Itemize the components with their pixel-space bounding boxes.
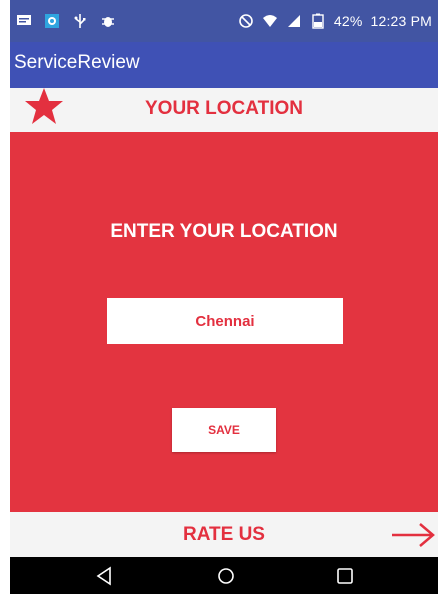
gallery-icon	[45, 14, 59, 28]
usb-icon	[74, 14, 86, 28]
status-bar: 42% 12:23 PM	[10, 0, 438, 42]
app-bar: ServiceReview	[10, 42, 438, 88]
recents-icon[interactable]	[334, 565, 356, 587]
wifi-icon	[262, 15, 277, 27]
clock: 12:23 PM	[370, 13, 432, 29]
app-title: ServiceReview	[14, 52, 140, 73]
bug-icon	[102, 17, 114, 27]
enter-location-label: ENTER YOUR LOCATION	[110, 221, 338, 242]
battery-icon	[312, 13, 324, 29]
arrow-right-icon[interactable]	[390, 520, 436, 550]
home-icon[interactable]	[215, 565, 237, 587]
signal-icon	[287, 15, 300, 27]
status-notifications	[16, 10, 116, 32]
rate-us-bar[interactable]: RATE US	[10, 512, 438, 557]
do-not-disturb-icon	[239, 14, 253, 28]
rate-us-label[interactable]: RATE US	[10, 524, 438, 546]
location-header-title: YOUR LOCATION	[145, 98, 303, 119]
star-icon[interactable]	[24, 86, 64, 126]
location-panel: ENTER YOUR LOCATION SAVE	[10, 132, 438, 512]
back-icon[interactable]	[94, 565, 116, 587]
location-header: YOUR LOCATION	[10, 88, 438, 132]
message-icon	[17, 15, 31, 25]
navigation-bar	[10, 557, 438, 594]
app-screen: 42% 12:23 PM ServiceReview YOUR LOCATION…	[10, 0, 438, 594]
save-button[interactable]: SAVE	[172, 408, 276, 452]
status-system: 42% 12:23 PM	[238, 10, 432, 32]
battery-percent: 42%	[333, 13, 363, 29]
location-input[interactable]	[107, 298, 343, 344]
